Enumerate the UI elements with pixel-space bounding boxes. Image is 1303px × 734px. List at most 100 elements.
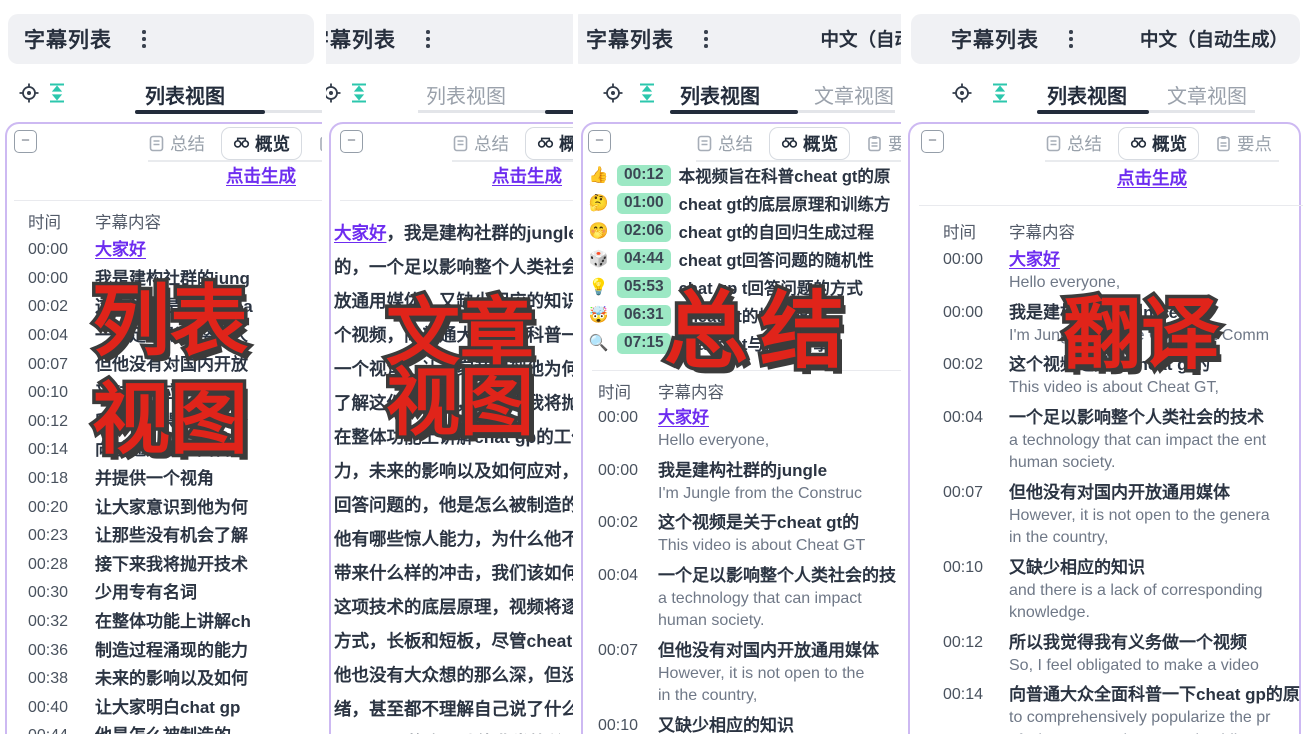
subtitle-link[interactable]: 大家好 bbox=[1009, 248, 1303, 272]
kebab-menu-icon[interactable] bbox=[422, 26, 434, 52]
subtitle-row[interactable]: 00:12所以我觉得我有义务做一个视频So, I feel obligated … bbox=[905, 631, 1303, 678]
tab-keypoints[interactable]: 要点 bbox=[318, 131, 322, 156]
subtitle-row[interactable]: 00:04一个足以影响整个人类社会的技a technology that can… bbox=[578, 564, 901, 633]
subtitle-row[interactable]: 00:23让那些没有机会了解 bbox=[0, 522, 322, 551]
subtitle-row[interactable]: 00:30少用专有名词 bbox=[0, 579, 322, 608]
subtitle-time: 00:02 bbox=[28, 298, 95, 316]
fit-height-icon[interactable] bbox=[46, 82, 68, 104]
kebab-menu-icon[interactable] bbox=[1065, 26, 1077, 52]
generate-link[interactable]: 点击生成 bbox=[1117, 165, 1187, 190]
kebab-menu-icon[interactable] bbox=[700, 26, 712, 52]
overview-time-badge[interactable]: 01:00 bbox=[617, 193, 671, 214]
language-label[interactable]: 中文（自动生成） bbox=[1140, 26, 1288, 52]
subtitle-content: 让大家明白chat gp bbox=[95, 696, 322, 720]
subtitle-text-zh: 又缺少相应的知识 bbox=[1009, 556, 1303, 580]
subtitle-row[interactable]: 00:00大家好 bbox=[0, 236, 322, 265]
overview-time-badge[interactable]: 00:12 bbox=[617, 165, 671, 186]
generate-link[interactable]: 点击生成 bbox=[226, 163, 296, 188]
subtitle-link[interactable]: 大家好 bbox=[334, 223, 387, 243]
collapse-button[interactable]: − bbox=[14, 130, 37, 153]
tab-overview[interactable]: 概览 bbox=[1118, 127, 1199, 160]
subtitle-row[interactable]: 00:32在整体功能上讲解ch bbox=[0, 608, 322, 637]
language-label[interactable]: 中文（自动 bbox=[820, 26, 901, 52]
article-line: 了解这件事的人，接下来我将抛开 bbox=[334, 386, 573, 420]
subtitle-row[interactable]: 00:12所以我觉得我有义务 bbox=[0, 408, 322, 437]
subtitle-row[interactable]: 00:00我是建构社群的jung bbox=[0, 265, 322, 294]
subtitle-row[interactable]: 00:38未来的影响以及如何 bbox=[0, 665, 322, 694]
overview-time-badge[interactable]: 06:31 bbox=[617, 305, 671, 326]
overview-item[interactable]: 🔍07:15chat gp t与搜索引擎 bbox=[588, 329, 901, 357]
kebab-menu-icon[interactable] bbox=[138, 26, 150, 52]
overview-item[interactable]: 👍00:12本视频旨在科普cheat gt的原 bbox=[588, 161, 901, 189]
tab-summary[interactable]: 总结 bbox=[148, 131, 205, 156]
subtitle-link[interactable]: 大家好 bbox=[658, 406, 901, 430]
subtitle-row[interactable]: 00:44他是怎么被制造的 bbox=[0, 722, 322, 734]
subtitle-row[interactable]: 00:00大家好Hello everyone, bbox=[578, 406, 901, 453]
divider bbox=[340, 200, 573, 201]
collapse-button[interactable]: − bbox=[588, 130, 611, 153]
subtitle-row[interactable]: 00:02这个视频是关于cheat gt的This video is about… bbox=[578, 511, 901, 558]
tab-summary[interactable]: 总结 bbox=[696, 131, 753, 156]
subtitle-row[interactable]: 00:20让大家意识到他为何 bbox=[0, 493, 322, 522]
subtitle-row[interactable]: 00:14向普通大众全面科普 bbox=[0, 436, 322, 465]
subtitle-row[interactable]: 00:02这个视频是关于chea bbox=[0, 293, 322, 322]
tab-article-view[interactable]: 文章视图 bbox=[814, 80, 894, 109]
subtitle-row[interactable]: 00:02这个视频是关于cheat gt的This video is about… bbox=[905, 353, 1303, 400]
overview-time-badge[interactable]: 07:15 bbox=[617, 333, 671, 354]
subtitle-link[interactable]: 大家好 bbox=[95, 238, 322, 262]
locate-icon[interactable] bbox=[18, 82, 40, 104]
collapse-button[interactable]: − bbox=[340, 130, 363, 153]
subtitle-row[interactable]: 00:07但他没有对国内开放通用媒体However, it is not ope… bbox=[578, 639, 901, 708]
subtitle-row[interactable]: 00:18并提供一个视角 bbox=[0, 465, 322, 494]
subtitle-row[interactable]: 00:04一个足以影响整个人类社会的技术a technology that ca… bbox=[905, 406, 1303, 475]
locate-icon[interactable] bbox=[602, 82, 624, 104]
fit-height-icon[interactable] bbox=[348, 82, 370, 104]
tab-list-view[interactable]: 列表视图 bbox=[426, 80, 506, 109]
subtitle-row[interactable]: 00:00我是建构社群的jungleI'm Jungle from the Co… bbox=[905, 301, 1303, 348]
subtitle-row[interactable]: 00:10又缺少相应的知识and there is a lack of corr… bbox=[905, 556, 1303, 625]
article-view-text: 大家好，我是建构社群的jungle的，一个足以影响整个人类社会的放通用媒体，又缺… bbox=[334, 216, 573, 734]
tab-overview[interactable]: 概览 bbox=[221, 127, 302, 160]
subtitle-row[interactable]: 00:14向普通大众全面科普一下cheat gp的原to comprehensi… bbox=[905, 683, 1303, 734]
tab-overview[interactable]: 概览 bbox=[525, 127, 573, 160]
subtitle-row[interactable]: 00:40让大家明白chat gp bbox=[0, 694, 322, 723]
overview-emoji-icon: 🔍 bbox=[588, 333, 609, 353]
subtitle-row[interactable]: 00:10又缺少相应的知识 bbox=[578, 714, 901, 734]
overview-time-badge[interactable]: 02:06 bbox=[617, 221, 671, 242]
collapse-button[interactable]: − bbox=[921, 130, 944, 153]
generate-link[interactable]: 点击生成 bbox=[492, 163, 562, 188]
overview-item[interactable]: 💡05:53chat gp t回答问题的方式 bbox=[588, 273, 901, 301]
tab-article-view[interactable]: 文章视图 bbox=[1167, 80, 1247, 109]
subtitle-text-zh: 我是建构社群的jungle bbox=[1009, 301, 1303, 325]
tab-keypoints[interactable]: 要点 bbox=[1215, 131, 1272, 156]
subtitle-text-en: So, I feel obligated to make a video bbox=[1009, 655, 1303, 678]
overview-item[interactable]: 🎲04:44cheat gt回答问题的随机性 bbox=[588, 245, 901, 273]
overview-text: cheat gt的自回归生成过程 bbox=[679, 219, 874, 243]
overview-item[interactable]: 🤭02:06cheat gt的自回归生成过程 bbox=[588, 217, 901, 245]
tab-list-view[interactable]: 列表视图 bbox=[145, 80, 225, 109]
subtitle-row[interactable]: 00:28接下来我将抛开技术 bbox=[0, 551, 322, 580]
tab-list-view[interactable]: 列表视图 bbox=[680, 80, 760, 109]
subtitle-row[interactable]: 00:07但他没有对国内开放通用媒体However, it is not ope… bbox=[905, 481, 1303, 550]
tab-list-view[interactable]: 列表视图 bbox=[1047, 80, 1127, 109]
subtitle-content: 让大家意识到他为何 bbox=[95, 496, 322, 520]
fit-height-icon[interactable] bbox=[636, 82, 658, 104]
subtitle-row[interactable]: 00:04一个足以影响整个人 bbox=[0, 322, 322, 351]
subtitle-row[interactable]: 00:07但他没有对国内开放 bbox=[0, 350, 322, 379]
tab-overview[interactable]: 概览 bbox=[769, 127, 850, 160]
overview-text: cheat gt的惊人能力 bbox=[679, 303, 825, 327]
tab-summary[interactable]: 总结 bbox=[1045, 131, 1102, 156]
locate-icon[interactable] bbox=[326, 82, 342, 104]
subtitle-row[interactable]: 00:10又缺少相应的知识 bbox=[0, 379, 322, 408]
overview-item[interactable]: 🤔01:00cheat gt的底层原理和训练方 bbox=[588, 189, 901, 217]
overview-item[interactable]: 🤯06:31cheat gt的惊人能力 bbox=[588, 301, 901, 329]
tab-keypoints[interactable]: 要点 bbox=[866, 131, 901, 156]
locate-icon[interactable] bbox=[951, 82, 973, 104]
overview-time-badge[interactable]: 04:44 bbox=[617, 249, 671, 270]
subtitle-row[interactable]: 00:36制造过程涌现的能力 bbox=[0, 636, 322, 665]
subtitle-row[interactable]: 00:00我是建构社群的jungleI'm Jungle from the Co… bbox=[578, 459, 901, 506]
fit-height-icon[interactable] bbox=[989, 82, 1011, 104]
overview-time-badge[interactable]: 05:53 bbox=[617, 277, 671, 298]
subtitle-row[interactable]: 00:00大家好Hello everyone, bbox=[905, 248, 1303, 295]
tab-summary[interactable]: 总结 bbox=[452, 131, 509, 156]
